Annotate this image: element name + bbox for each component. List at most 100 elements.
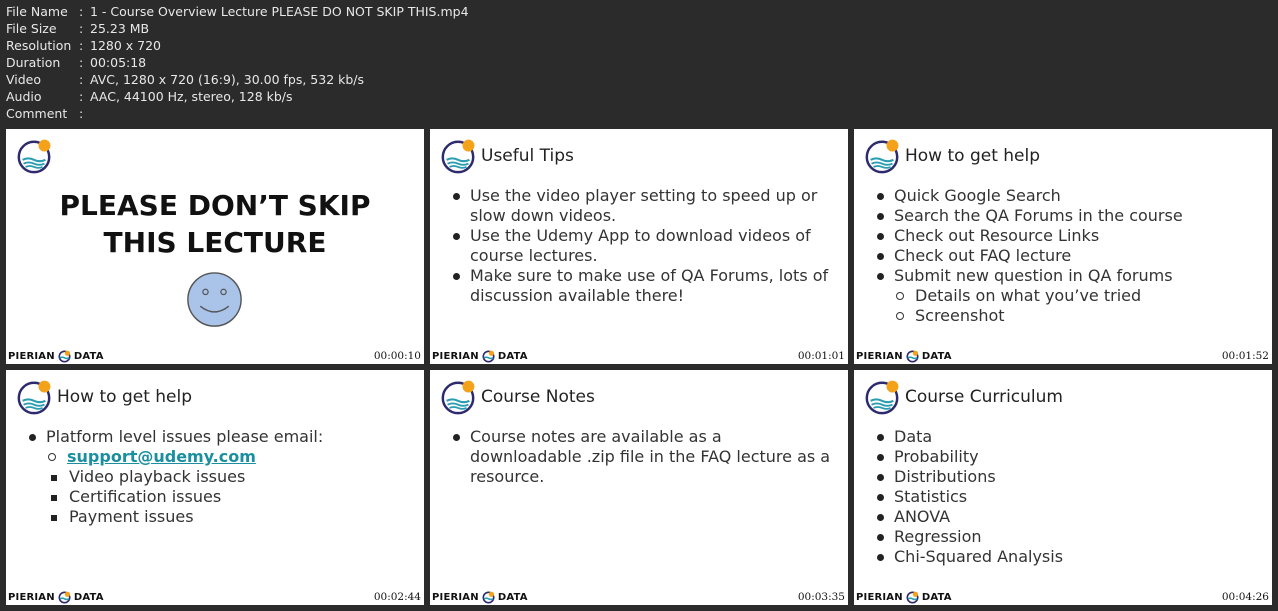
metadata-separator: : xyxy=(79,89,84,104)
metadata-row-duration: Duration : 00:05:18 xyxy=(6,54,469,71)
sub-list-item: Details on what you’ve tried xyxy=(876,286,1262,306)
list-item: Regression xyxy=(876,527,1262,547)
metadata-value: 1 - Course Overview Lecture PLEASE DO NO… xyxy=(90,4,469,19)
metadata-row-resolution: Resolution : 1280 x 720 xyxy=(6,37,469,54)
metadata-key: Resolution xyxy=(6,38,72,53)
metadata-separator: : xyxy=(79,21,84,36)
list-item: Check out FAQ lecture xyxy=(876,246,1262,266)
metadata-value: AAC, 44100 Hz, stereo, 128 kb/s xyxy=(90,89,293,104)
brand-name-left: PIERIAN xyxy=(432,592,479,603)
metadata-key: Comment xyxy=(6,106,68,121)
list-item: ANOVA xyxy=(876,507,1262,527)
sub-list-item: Screenshot xyxy=(876,306,1262,326)
sub-sub-list-item: Payment issues xyxy=(28,507,414,527)
list-item: Quick Google Search xyxy=(876,186,1262,206)
pierian-data-brand: PIERIAN DATA xyxy=(856,350,952,363)
brand-name-right: DATA xyxy=(73,592,104,603)
metadata-value: 1280 x 720 xyxy=(90,38,162,53)
video-thumbnail[interactable]: How to get help Platform level issues pl… xyxy=(6,370,424,605)
video-thumbnail[interactable]: PLEASE DON’T SKIP THIS LECTURE PIERIAN D… xyxy=(6,129,424,364)
brand-logo-icon xyxy=(482,591,495,604)
pierian-data-brand: PIERIAN DATA xyxy=(432,591,528,604)
bullet-list: Quick Google Search Search the QA Forums… xyxy=(876,186,1262,326)
metadata-value: 00:05:18 xyxy=(90,55,147,70)
pierian-logo-icon xyxy=(17,380,51,415)
pierian-data-brand: PIERIAN DATA xyxy=(856,591,952,604)
metadata-separator: : xyxy=(79,106,84,121)
pierian-logo-icon xyxy=(865,380,899,415)
bullet-list: Data Probability Distributions Statistic… xyxy=(876,427,1262,567)
metadata-row-comment: Comment : xyxy=(6,105,469,122)
list-item: Distributions xyxy=(876,467,1262,487)
metadata-key: Audio xyxy=(6,89,42,104)
slide-title: Course Notes xyxy=(481,387,595,407)
pierian-data-brand: PIERIAN DATA xyxy=(8,350,104,363)
timestamp: 00:04:26 xyxy=(1221,591,1269,603)
brand-name-left: PIERIAN xyxy=(8,592,55,603)
brand-name-left: PIERIAN xyxy=(856,351,903,362)
file-metadata-panel: File Name : 1 - Course Overview Lecture … xyxy=(6,3,469,122)
brand-name-right: DATA xyxy=(921,351,952,362)
video-thumbnail[interactable]: Useful Tips Use the video player setting… xyxy=(430,129,848,364)
list-item: Chi-Squared Analysis xyxy=(876,547,1262,567)
metadata-row-video: Video : AVC, 1280 x 720 (16:9), 30.00 fp… xyxy=(6,71,469,88)
metadata-key: Duration xyxy=(6,55,61,70)
list-item: Platform level issues please email: xyxy=(28,427,414,447)
metadata-separator: : xyxy=(79,55,84,70)
timestamp: 00:01:01 xyxy=(797,350,845,362)
support-email-link[interactable]: support@udemy.com xyxy=(67,447,256,466)
bullet-list: Use the video player setting to speed up… xyxy=(452,186,838,306)
metadata-separator: : xyxy=(79,4,84,19)
metadata-value: 25.23 MB xyxy=(90,21,150,36)
metadata-row-file-size: File Size : 25.23 MB xyxy=(6,20,469,37)
video-thumbnail[interactable]: Course Notes Course notes are available … xyxy=(430,370,848,605)
bullet-list: Platform level issues please email: supp… xyxy=(28,427,414,527)
list-item: Probability xyxy=(876,447,1262,467)
list-item: Course notes are available as a download… xyxy=(452,427,838,487)
brand-name-right: DATA xyxy=(73,351,104,362)
pierian-logo-icon xyxy=(441,380,475,415)
slide-title: How to get help xyxy=(905,146,1041,166)
metadata-separator: : xyxy=(79,38,84,53)
timestamp: 00:01:52 xyxy=(1221,350,1269,362)
list-item: Data xyxy=(876,427,1262,447)
brand-name-right: DATA xyxy=(497,351,528,362)
list-item: Statistics xyxy=(876,487,1262,507)
metadata-separator: : xyxy=(79,72,84,87)
brand-logo-icon xyxy=(58,591,71,604)
list-item: Check out Resource Links xyxy=(876,226,1262,246)
slide-title: Useful Tips xyxy=(481,146,574,166)
bullet-list: Course notes are available as a download… xyxy=(452,427,838,487)
slide-title: Course Curriculum xyxy=(905,387,1063,407)
brand-logo-icon xyxy=(58,350,71,363)
brand-logo-icon xyxy=(906,350,919,363)
pierian-logo-icon xyxy=(865,139,899,174)
pierian-logo-icon xyxy=(17,139,51,174)
brand-name-right: DATA xyxy=(497,592,528,603)
metadata-key: Video xyxy=(6,72,42,87)
list-item: Make sure to make use of QA Forums, lots… xyxy=(452,266,838,306)
video-thumbnail[interactable]: How to get help Quick Google Search Sear… xyxy=(854,129,1272,364)
slide-title: How to get help xyxy=(57,387,193,407)
slide-big-title: PLEASE DON’T SKIP THIS LECTURE xyxy=(6,187,424,261)
video-thumbnail[interactable]: Course Curriculum Data Probability Distr… xyxy=(854,370,1272,605)
list-item: Use the video player setting to speed up… xyxy=(452,186,838,226)
metadata-row-audio: Audio : AAC, 44100 Hz, stereo, 128 kb/s xyxy=(6,88,469,105)
brand-name-left: PIERIAN xyxy=(432,351,479,362)
metadata-key: File Size xyxy=(6,21,57,36)
sub-sub-list-item: Video playback issues xyxy=(28,467,414,487)
brand-logo-icon xyxy=(906,591,919,604)
sub-list-item: support@udemy.com xyxy=(28,447,414,467)
brand-name-left: PIERIAN xyxy=(856,592,903,603)
timestamp: 00:02:44 xyxy=(373,591,421,603)
big-title-line: PLEASE DON’T SKIP xyxy=(59,189,371,222)
list-item: Submit new question in QA forums xyxy=(876,266,1262,286)
smiley-face-icon xyxy=(187,272,242,327)
big-title-line: THIS LECTURE xyxy=(103,226,327,259)
pierian-data-brand: PIERIAN DATA xyxy=(432,350,528,363)
metadata-row-file-name: File Name : 1 - Course Overview Lecture … xyxy=(6,3,469,20)
pierian-logo-icon xyxy=(441,139,475,174)
metadata-value: AVC, 1280 x 720 (16:9), 30.00 fps, 532 k… xyxy=(90,72,365,87)
sub-sub-list-item: Certification issues xyxy=(28,487,414,507)
pierian-data-brand: PIERIAN DATA xyxy=(8,591,104,604)
